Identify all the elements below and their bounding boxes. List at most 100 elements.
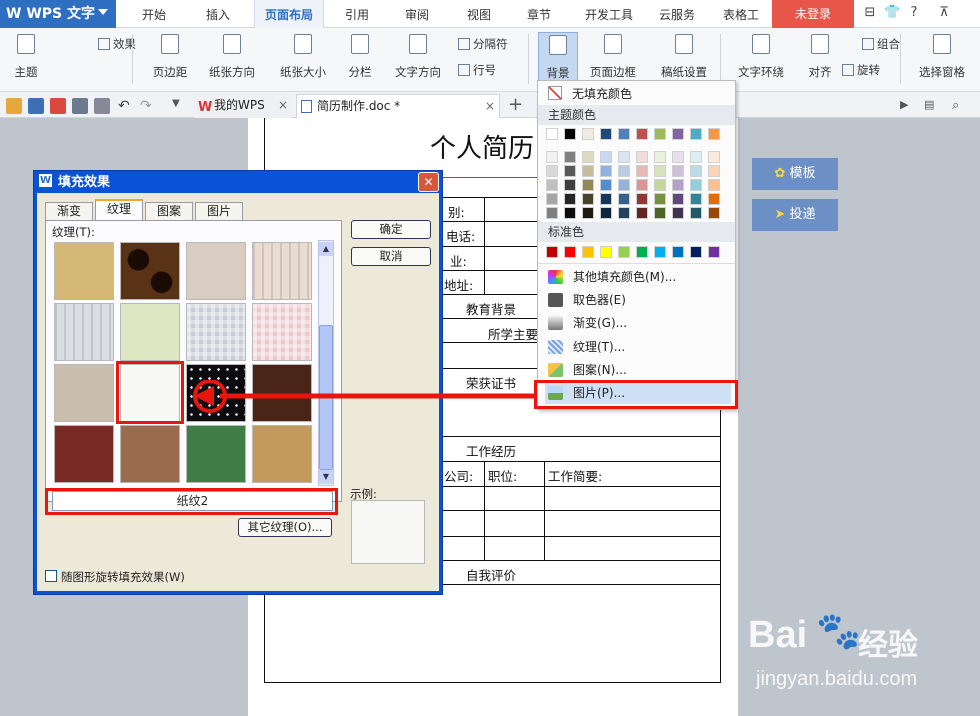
- standard-swatch[interactable]: [672, 246, 684, 258]
- standard-swatch[interactable]: [654, 246, 666, 258]
- tab-2[interactable]: 页面布局: [254, 0, 324, 28]
- ribbon-theme-button[interactable]: 主题: [6, 32, 46, 84]
- tab-my-wps[interactable]: W 我的WPS ×: [194, 94, 292, 118]
- cancel-button[interactable]: 取消: [351, 247, 431, 266]
- texture-menu-item[interactable]: 纹理(T)...: [545, 336, 731, 358]
- skin-icon[interactable]: ⊟: [862, 5, 878, 21]
- shirt-icon[interactable]: 👕: [884, 5, 900, 21]
- theme-shade-swatch[interactable]: [636, 193, 648, 205]
- theme-shade-swatch[interactable]: [672, 165, 684, 177]
- tab-8[interactable]: 云服务: [650, 0, 704, 28]
- theme-shade-swatch[interactable]: [564, 193, 576, 205]
- theme-shade-swatch[interactable]: [654, 179, 666, 191]
- theme-shade-swatch[interactable]: [600, 179, 612, 191]
- standard-swatch[interactable]: [582, 246, 594, 258]
- theme-shade-swatch[interactable]: [690, 207, 702, 219]
- ribbon-separator-button[interactable]: 分隔符: [458, 36, 508, 52]
- theme-swatch[interactable]: [654, 128, 666, 140]
- texture-burlap[interactable]: [252, 425, 312, 483]
- theme-shade-swatch[interactable]: [690, 151, 702, 163]
- theme-shade-swatch[interactable]: [672, 193, 684, 205]
- theme-shade-swatch[interactable]: [546, 151, 558, 163]
- theme-shade-swatch[interactable]: [582, 207, 594, 219]
- restore-icon[interactable]: ⊼: [936, 5, 952, 21]
- rotate-checkbox[interactable]: [45, 570, 57, 582]
- comment-icon[interactable]: ▤: [924, 98, 940, 114]
- save-icon[interactable]: [28, 98, 44, 114]
- theme-shade-swatch[interactable]: [582, 193, 594, 205]
- dialog-tab-0[interactable]: 渐变: [45, 202, 93, 220]
- logo-dropdown-icon[interactable]: [98, 9, 108, 15]
- theme-shade-swatch[interactable]: [564, 165, 576, 177]
- theme-swatch[interactable]: [546, 128, 558, 140]
- ribbon-paper-size-button[interactable]: 纸张大小: [270, 32, 336, 84]
- ribbon-effect-button[interactable]: 效果: [98, 36, 136, 52]
- no-fill-item[interactable]: 无填充颜色: [572, 84, 632, 104]
- pattern-menu-item[interactable]: 图案(N)...: [545, 359, 731, 381]
- standard-swatch[interactable]: [708, 246, 720, 258]
- texture-sand[interactable]: [54, 242, 114, 300]
- theme-shade-swatch[interactable]: [690, 179, 702, 191]
- theme-shade-swatch[interactable]: [618, 151, 630, 163]
- theme-shade-swatch[interactable]: [618, 193, 630, 205]
- texture-pink-check[interactable]: [252, 303, 312, 361]
- theme-shade-swatch[interactable]: [546, 193, 558, 205]
- theme-shade-swatch[interactable]: [564, 151, 576, 163]
- theme-shade-swatch[interactable]: [636, 151, 648, 163]
- other-texture-button[interactable]: 其它纹理(O)...: [238, 518, 332, 537]
- ribbon-margin-button[interactable]: 页边距: [142, 32, 198, 84]
- texture-cloth-green[interactable]: [120, 303, 180, 361]
- share-icon[interactable]: ▶: [900, 98, 916, 114]
- ribbon-line-number-button[interactable]: 行号: [458, 62, 496, 78]
- theme-shade-swatch[interactable]: [708, 151, 720, 163]
- theme-swatch[interactable]: [618, 128, 630, 140]
- theme-shade-swatch[interactable]: [636, 179, 648, 191]
- texture-red-floral[interactable]: [54, 425, 114, 483]
- tab-resume-doc[interactable]: 简历制作.doc * ×: [296, 94, 500, 118]
- ribbon-page-border-button[interactable]: 页面边框: [586, 32, 640, 84]
- theme-shade-swatch[interactable]: [654, 151, 666, 163]
- theme-swatch[interactable]: [600, 128, 612, 140]
- new-tab-icon[interactable]: +: [508, 94, 523, 115]
- theme-shade-swatch[interactable]: [636, 165, 648, 177]
- tab-4[interactable]: 审阅: [390, 0, 444, 28]
- theme-shade-swatch[interactable]: [708, 165, 720, 177]
- theme-shade-swatch[interactable]: [636, 207, 648, 219]
- palette-menu-item[interactable]: 其他填充颜色(M)...: [545, 266, 731, 288]
- theme-shade-swatch[interactable]: [600, 151, 612, 163]
- dialog-tab-2[interactable]: 图案: [145, 202, 193, 220]
- theme-shade-swatch[interactable]: [546, 207, 558, 219]
- texture-green-fabric[interactable]: [186, 425, 246, 483]
- more-icon[interactable]: ▼: [172, 98, 188, 114]
- theme-shade-swatch[interactable]: [546, 165, 558, 177]
- preview-icon[interactable]: [94, 98, 110, 114]
- dialog-tab-3[interactable]: 图片: [195, 202, 243, 220]
- close-icon[interactable]: ×: [278, 94, 288, 116]
- ok-button[interactable]: 确定: [351, 220, 431, 239]
- theme-swatch[interactable]: [672, 128, 684, 140]
- standard-swatch[interactable]: [636, 246, 648, 258]
- template-button[interactable]: ✿ 模板: [752, 158, 838, 190]
- eyedropper-menu-item[interactable]: 取色器(E): [545, 289, 731, 311]
- theme-shade-swatch[interactable]: [600, 193, 612, 205]
- theme-swatch[interactable]: [582, 128, 594, 140]
- undo-icon[interactable]: ↶: [118, 98, 134, 114]
- help-icon[interactable]: ?: [906, 5, 922, 21]
- search-icon[interactable]: ⌕: [952, 98, 968, 114]
- texture-brown-wood[interactable]: [120, 425, 180, 483]
- ribbon-group-button[interactable]: 组合: [862, 36, 900, 52]
- theme-shade-swatch[interactable]: [708, 207, 720, 219]
- texture-wood-light[interactable]: [252, 242, 312, 300]
- theme-shade-swatch[interactable]: [618, 165, 630, 177]
- ribbon-wrap-button[interactable]: 文字环绕: [728, 32, 794, 84]
- ribbon-columns-button[interactable]: 分栏: [340, 32, 380, 84]
- ribbon-align-button[interactable]: 对齐: [800, 32, 840, 84]
- texture-leopard[interactable]: [120, 242, 180, 300]
- submit-button[interactable]: ➤ 投递: [752, 199, 838, 231]
- theme-shade-swatch[interactable]: [582, 151, 594, 163]
- close-icon[interactable]: ✕: [418, 172, 439, 192]
- standard-swatch[interactable]: [690, 246, 702, 258]
- gradient-menu-item[interactable]: 渐变(G)...: [545, 312, 731, 334]
- theme-swatch[interactable]: [564, 128, 576, 140]
- ribbon-background-button[interactable]: 背景: [538, 32, 578, 84]
